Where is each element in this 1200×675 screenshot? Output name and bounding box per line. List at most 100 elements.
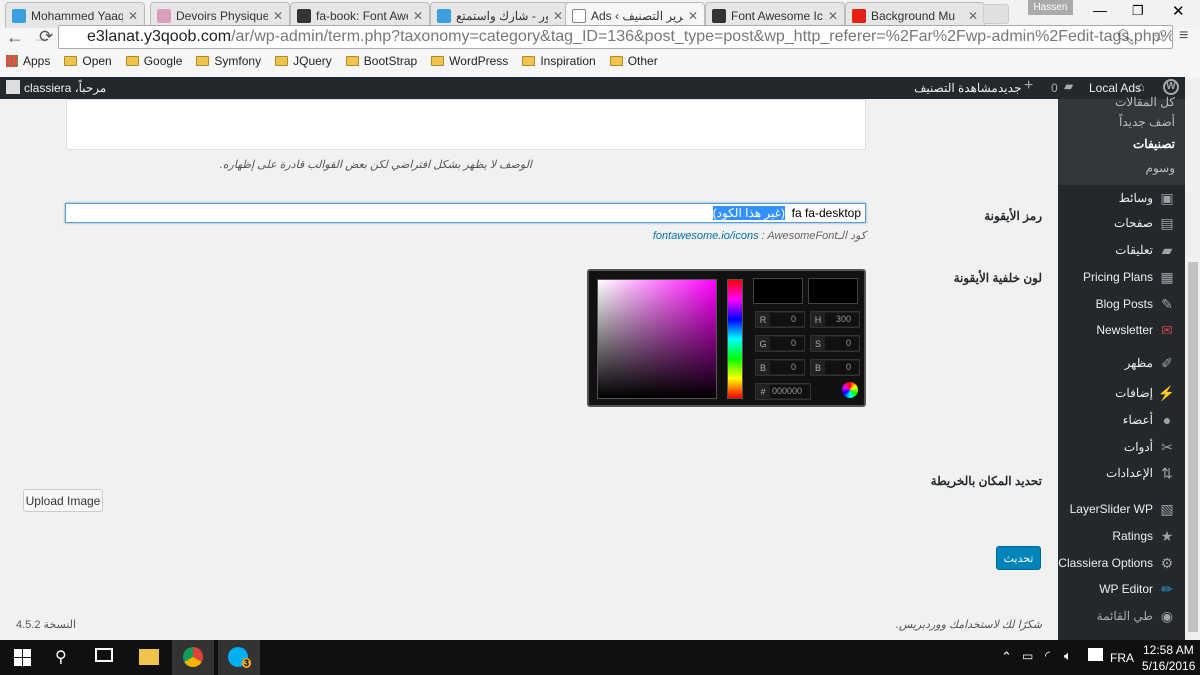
update-button[interactable]: تحديث — [996, 546, 1041, 570]
view-category-link[interactable]: مشاهدة التصنيف — [914, 81, 998, 95]
version: النسخة 4.5.2 — [16, 619, 77, 631]
bookmark-item[interactable]: BootStrap — [345, 54, 417, 68]
skype-icon[interactable]: 3 — [218, 640, 260, 675]
close-tab-icon[interactable]: ✕ — [553, 9, 563, 23]
bookmark-item[interactable]: WordPress — [431, 54, 508, 68]
sidebar-item[interactable]: ⚡ إضافات — [1115, 385, 1175, 401]
star-bookmark-icon[interactable]: ☆ — [1153, 27, 1167, 47]
sidebar-item[interactable]: ● أعضاء — [1123, 412, 1175, 428]
clock-time[interactable]: 12:58 AM — [1143, 643, 1194, 657]
sidebar-item[interactable]: ✎ Blog Posts — [1096, 296, 1175, 312]
sidebar-item-label: طي القائمة — [1096, 609, 1153, 623]
s-field[interactable]: S0 — [810, 335, 860, 352]
language-indicator[interactable]: FRA — [1110, 651, 1134, 665]
power-icon[interactable]: ▭ — [1022, 649, 1033, 663]
bookmark-item[interactable]: JQuery — [275, 54, 332, 68]
favicon-icon — [437, 8, 451, 23]
address-bar[interactable]: e3lanat.y3qoob.com/ar/wp-admin/term.php?… — [58, 25, 1173, 49]
windows-start-icon[interactable] — [14, 649, 31, 666]
sidebar-item[interactable]: ✐ مظهر — [1125, 355, 1175, 371]
wordpress-logo-icon[interactable]: W — [1163, 79, 1179, 95]
bookmark-item[interactable]: Inspiration — [522, 54, 596, 68]
minimize-button[interactable]: — — [1093, 2, 1107, 18]
submenu-tags[interactable]: وسوم — [1146, 161, 1175, 175]
icon-code-input[interactable]: fa fa-desktop (غير هذا الكود) — [65, 203, 866, 223]
submenu-all-posts[interactable]: كل المقالات — [1115, 95, 1175, 109]
sidebar-item[interactable]: ▤ صفحات — [1114, 215, 1175, 231]
new-link[interactable]: جديد — [998, 81, 1021, 95]
close-tab-icon[interactable]: ✕ — [968, 9, 978, 23]
bookmark-item[interactable]: Apps — [6, 54, 50, 68]
tab-title: صور - شارك واستمتع — [456, 8, 548, 23]
sidebar-item[interactable]: ✉ Newsletter — [1096, 322, 1175, 338]
favicon-icon — [712, 8, 726, 23]
chevron-up-icon[interactable]: ⌃ — [1001, 649, 1012, 665]
b-field[interactable]: B0 — [755, 359, 805, 376]
bookmark-item[interactable]: Symfony — [196, 54, 261, 68]
sidebar-item[interactable]: ✏ WP Editor — [1099, 581, 1175, 597]
upload-image-button[interactable]: Upload Image — [23, 489, 103, 512]
bookmark-item[interactable]: Google — [125, 54, 182, 68]
bookmark-item[interactable]: Open — [64, 54, 112, 68]
color-wheel-icon[interactable] — [842, 382, 858, 398]
comments-count[interactable]: 0 — [1051, 81, 1058, 95]
hex-field[interactable]: #000000 — [755, 383, 811, 400]
bookmark-item[interactable]: Other — [609, 54, 658, 68]
task-view-icon[interactable] — [95, 648, 113, 662]
sidebar-item[interactable]: ⚙ Classiera Options — [1058, 555, 1175, 571]
brightness-field[interactable]: B0 — [810, 359, 860, 376]
new-tab-button[interactable] — [983, 4, 1009, 24]
sidebar-item[interactable]: ✂ أدوات — [1124, 439, 1175, 455]
greeting[interactable]: مرحباً، classiera — [24, 81, 106, 95]
close-tab-icon[interactable]: ✕ — [413, 9, 423, 23]
profile-badge[interactable]: Hassen — [1028, 0, 1073, 15]
close-tab-icon[interactable]: ✕ — [828, 9, 838, 23]
close-window-button[interactable]: ✕ — [1172, 2, 1185, 20]
reload-icon[interactable]: ⟳ — [39, 27, 53, 47]
tab-title: Font Awesome Icon — [731, 8, 823, 23]
r-field[interactable]: R0 — [755, 311, 805, 328]
wifi-icon[interactable]: ◜ — [1045, 648, 1050, 664]
submenu-add-new[interactable]: أضف جديداً — [1119, 115, 1175, 129]
zoom-icon[interactable]: 🔍︎ — [1116, 28, 1135, 46]
h-field[interactable]: H 300 — [810, 311, 860, 328]
icon-label: رمز الأيقونة — [984, 209, 1042, 223]
clock-date[interactable]: 5/16/2016 — [1142, 659, 1195, 673]
sidebar-item[interactable]: ▣ وسائط — [1119, 190, 1175, 206]
fontawesome-link[interactable]: fontawesome.io/icons — [653, 230, 759, 242]
sidebar-item-label: Ratings — [1112, 529, 1153, 543]
submenu-categories[interactable]: تصنيفات — [1133, 137, 1175, 151]
saturation-value-area[interactable] — [597, 279, 717, 399]
skype-badge: 3 — [242, 658, 252, 668]
notifications-icon[interactable] — [1088, 648, 1103, 661]
scrollbar-thumb[interactable] — [1188, 262, 1198, 632]
search-icon[interactable]: ⚲ — [55, 647, 67, 667]
description-hint: الوصف لا يظهر بشكل افتراضي لكن بعض القوا… — [219, 159, 532, 171]
close-tab-icon[interactable]: ✕ — [273, 9, 283, 23]
g-field[interactable]: G0 — [755, 335, 805, 352]
avatar[interactable] — [6, 80, 20, 94]
menu-icon[interactable]: ≡ — [1179, 27, 1188, 45]
sidebar-item[interactable]: ▧ LayerSlider WP — [1070, 501, 1175, 517]
site-link[interactable]: Local Ads — [1089, 81, 1141, 95]
sidebar-item[interactable]: ▰ تعليقات — [1115, 242, 1175, 258]
posts-submenu: كل المقالات أضف جديداً تصنيفات وسوم — [1058, 95, 1185, 185]
close-tab-icon[interactable]: ✕ — [688, 9, 698, 23]
description-textarea[interactable] — [66, 99, 866, 150]
sidebar-item[interactable]: ★ Ratings — [1112, 528, 1175, 544]
sidebar-item[interactable]: ▦ Pricing Plans — [1083, 269, 1175, 285]
maximize-button[interactable]: ❐ — [1132, 3, 1144, 19]
sidebar-item[interactable]: ◉ طي القائمة — [1097, 608, 1175, 624]
hue-slider[interactable] — [727, 279, 743, 399]
close-tab-icon[interactable]: ✕ — [128, 9, 138, 23]
pin-icon: ✎ — [1161, 296, 1173, 312]
tab-strip: Mohammed Yaaqo ✕ Devoirs Physique - ✕ fa-boo… — [0, 0, 1200, 28]
back-icon[interactable]: ← — [6, 27, 24, 48]
sidebar-item[interactable]: ⇅ الإعدادات — [1106, 465, 1175, 481]
chrome-icon[interactable] — [172, 640, 214, 675]
volume-icon[interactable]: 🔈︎ — [1064, 648, 1072, 664]
sidebar-item-label: إضافات — [1115, 386, 1153, 400]
users-icon: ● — [1162, 412, 1172, 428]
pages-icon: ▤ — [1160, 215, 1174, 231]
file-explorer-icon[interactable] — [139, 649, 159, 665]
